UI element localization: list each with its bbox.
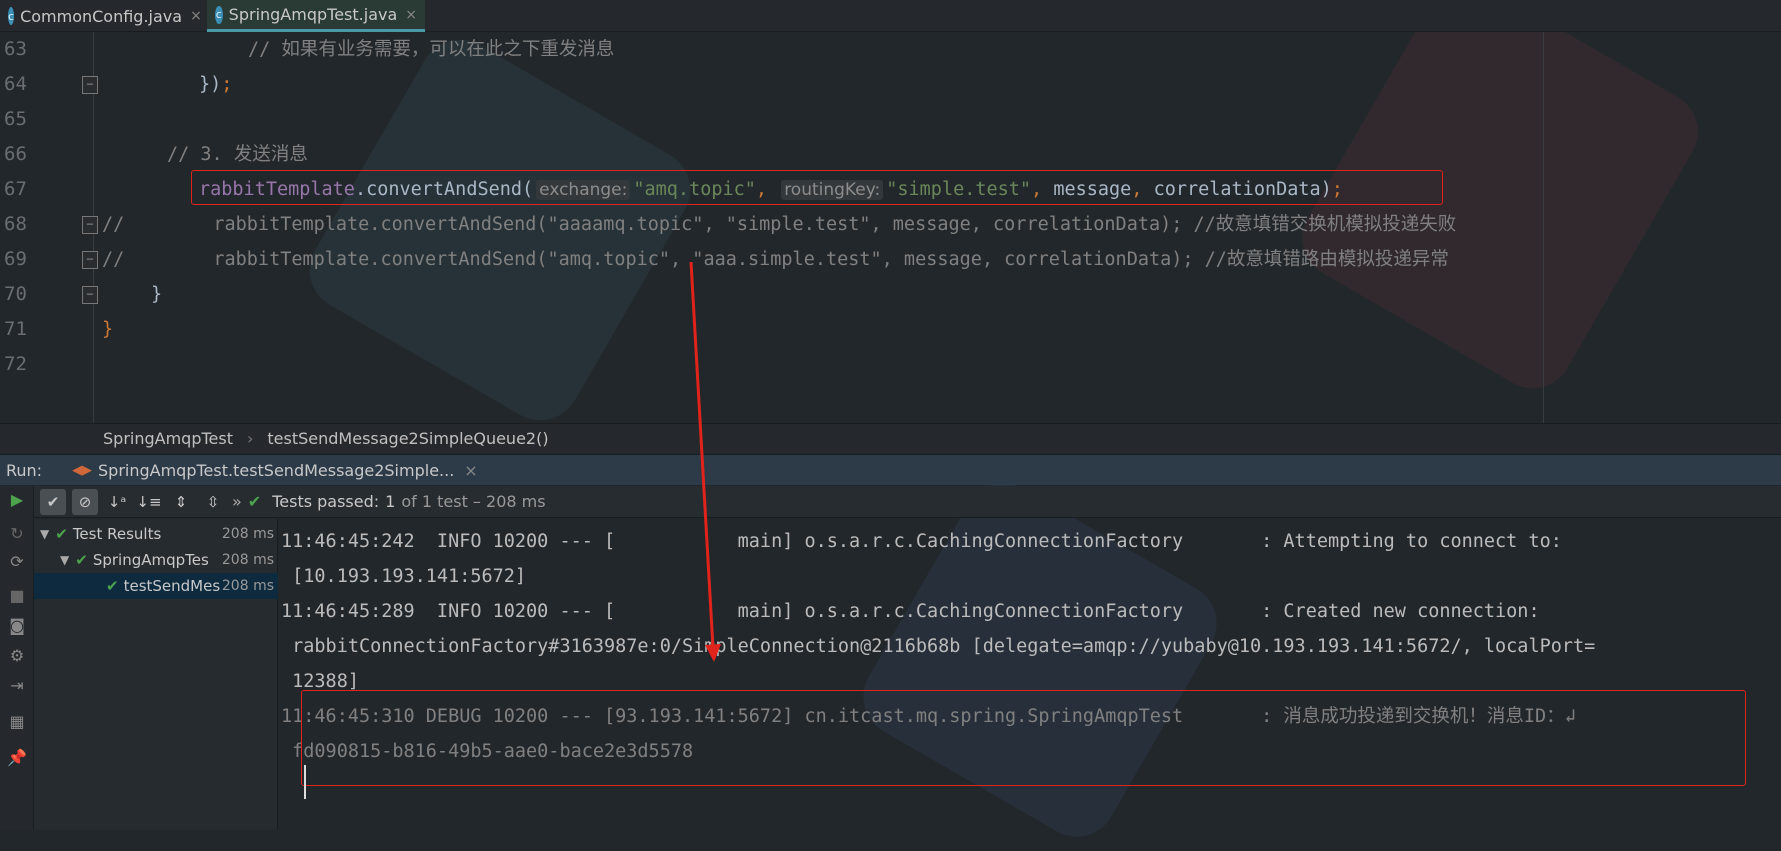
annotation-arrow	[689, 261, 721, 662]
arrow-head	[705, 644, 721, 662]
arrow-shaft	[689, 261, 715, 649]
